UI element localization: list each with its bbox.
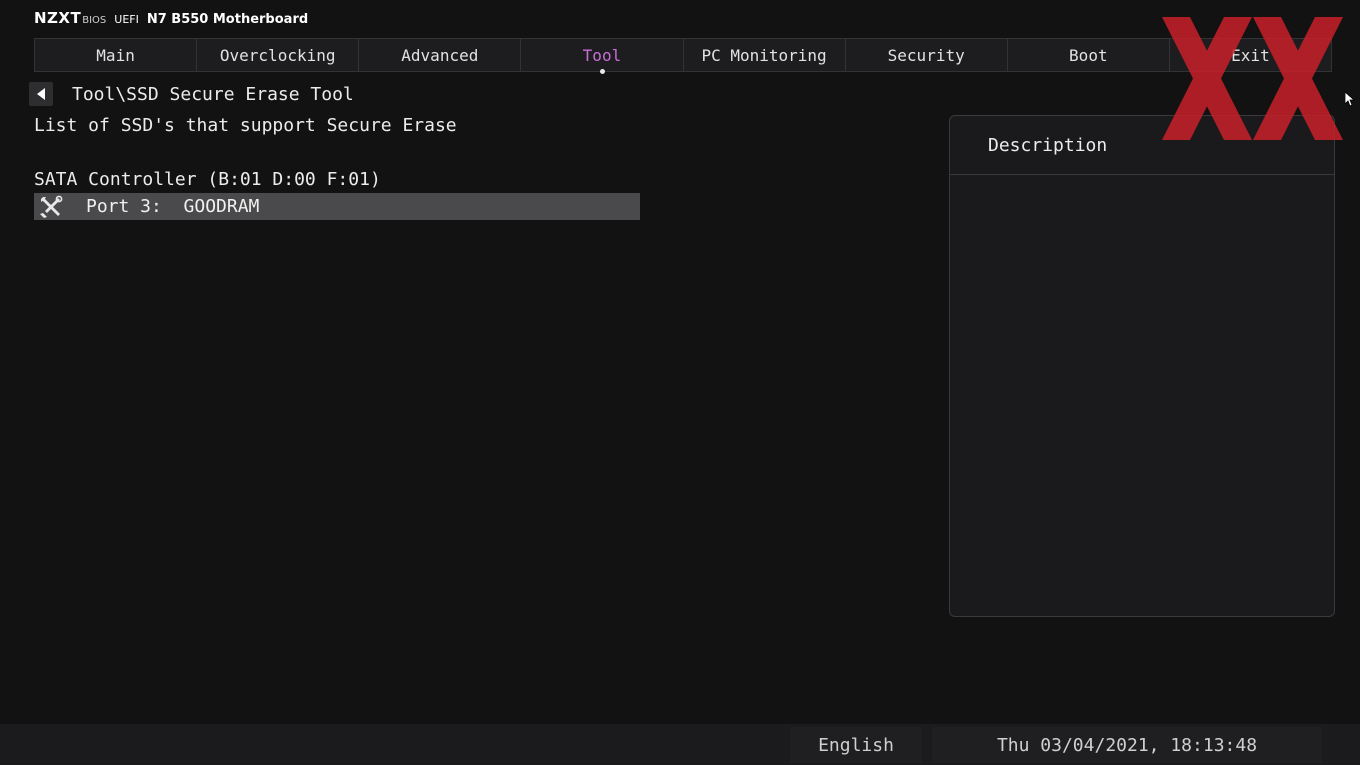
back-button[interactable]	[29, 82, 53, 106]
main-tab-bar: Main Overclocking Advanced Tool PC Monit…	[34, 38, 1332, 74]
tab-label: Boot	[1069, 45, 1108, 65]
nzxt-logo: NZXT	[34, 9, 82, 27]
brand-header: NZXT BIOS UEFI N7 B550 Motherboard	[34, 9, 308, 29]
tab-boot[interactable]: Boot	[1006, 38, 1170, 72]
wrench-screwdriver-icon	[38, 195, 64, 219]
tab-pc-monitoring[interactable]: PC Monitoring	[682, 38, 846, 72]
mouse-cursor-icon	[1345, 92, 1355, 107]
tab-label: Advanced	[401, 45, 479, 65]
tab-overclocking[interactable]: Overclocking	[196, 38, 360, 72]
bios-label: BIOS	[82, 15, 107, 26]
page-subtitle: List of SSD's that support Secure Erase	[34, 115, 457, 136]
date-time-display: Thu 03/04/2021, 18:13:48	[932, 727, 1322, 763]
tab-label: Security	[887, 45, 965, 65]
tab-main[interactable]: Main	[34, 38, 198, 72]
tab-security[interactable]: Security	[844, 38, 1008, 72]
uefi-label: UEFI	[114, 13, 139, 26]
motherboard-model: N7 B550 Motherboard	[146, 12, 309, 27]
tab-label: Tool	[582, 45, 622, 65]
tab-label: Exit	[1231, 45, 1270, 65]
description-title: Description	[950, 116, 1334, 175]
active-tab-indicator	[599, 69, 605, 74]
back-arrow-icon	[37, 88, 45, 100]
description-panel: Description	[949, 115, 1335, 617]
tab-tool[interactable]: Tool	[520, 38, 684, 74]
tab-exit[interactable]: Exit	[1168, 38, 1332, 72]
language-selector[interactable]: English	[790, 727, 922, 763]
tab-label: PC Monitoring	[701, 45, 827, 65]
port-label: Port 3: GOODRAM	[86, 196, 260, 217]
breadcrumb: Tool\SSD Secure Erase Tool	[72, 84, 354, 105]
tab-label: Overclocking	[219, 45, 336, 65]
ssd-port-item[interactable]: Port 3: GOODRAM	[34, 193, 640, 220]
tab-advanced[interactable]: Advanced	[358, 38, 522, 72]
sata-controller-label: SATA Controller (B:01 D:00 F:01)	[34, 169, 381, 190]
tab-label: Main	[96, 45, 135, 65]
